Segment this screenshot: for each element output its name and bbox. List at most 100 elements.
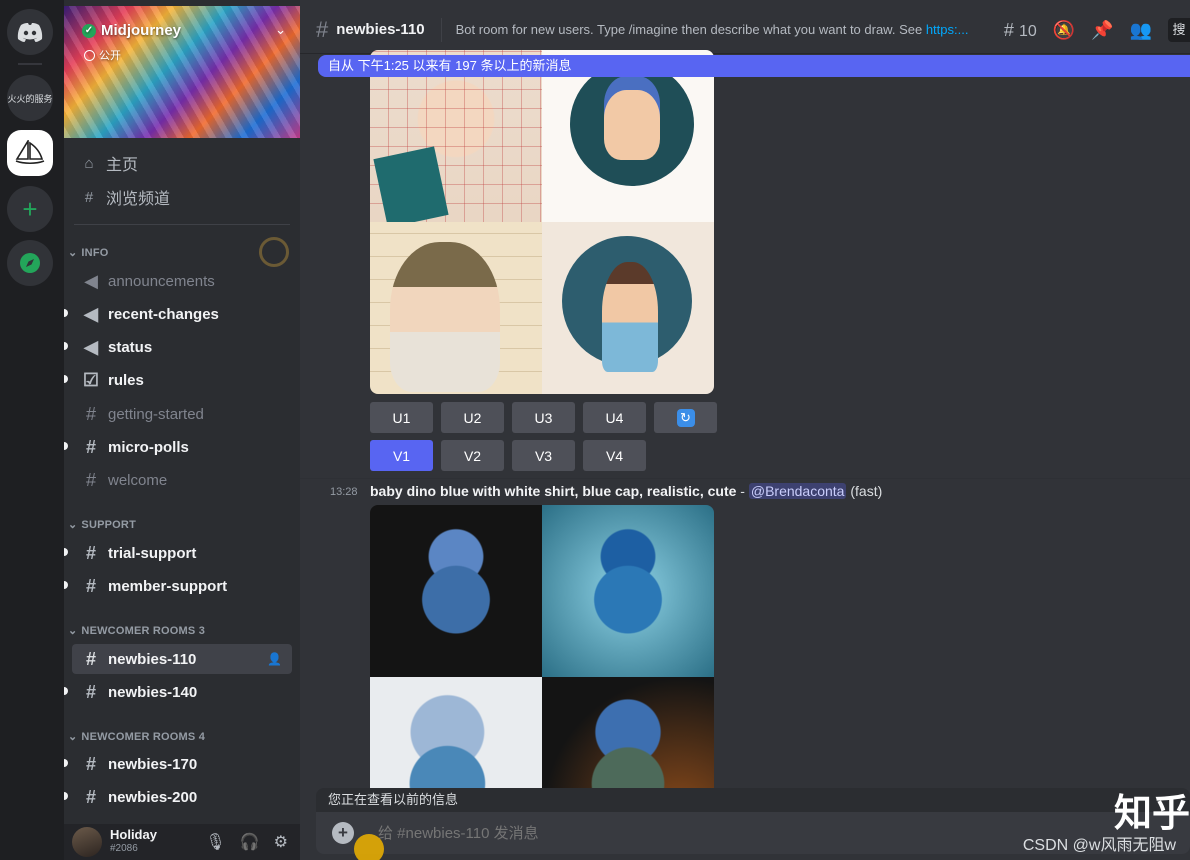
nav-home-label: 主页: [106, 157, 139, 174]
invite-member-icon[interactable]: 👤: [267, 652, 282, 666]
plus-icon: +: [22, 193, 38, 224]
channel-announcements[interactable]: ◀ announcements: [72, 266, 292, 296]
channel-label: newbies-170: [108, 755, 198, 773]
message-input[interactable]: [378, 824, 978, 842]
discord-app: 火火的服务 + ✓ Midjourney ⌄ 公开 ⌂ 主页 # 浏览频道 ⌄ …: [0, 0, 1190, 860]
message-separator: -: [736, 483, 749, 499]
generated-image-4[interactable]: [542, 222, 714, 394]
u3-button[interactable]: U3: [512, 402, 575, 433]
image-grid-anime[interactable]: [370, 50, 714, 394]
chevron-down-icon: ⌄: [68, 625, 78, 637]
channel-recent-changes[interactable]: ◀ recent-changes: [64, 299, 292, 329]
unread-indicator: [64, 375, 68, 383]
channel-trial-support[interactable]: # trial-support: [64, 538, 292, 568]
refresh-icon: ↻: [676, 408, 695, 427]
megaphone-icon: ◀: [84, 303, 98, 324]
channel-header: # newbies-110 Bot room for new users. Ty…: [300, 6, 1190, 54]
thread-count: 10: [1018, 22, 1037, 40]
unread-indicator: [64, 759, 68, 767]
thread-hash-icon: #: [85, 575, 96, 596]
u1-button[interactable]: U1: [370, 402, 433, 433]
server-visibility: 公开: [84, 47, 121, 63]
category-info[interactable]: ⌄ INFO: [68, 246, 109, 260]
channel-micro-polls[interactable]: # micro-polls: [64, 432, 292, 462]
channel-label: welcome: [108, 471, 168, 489]
username: Holiday: [110, 827, 157, 842]
explore-servers-button[interactable]: [7, 240, 53, 286]
microphone-icon[interactable]: 🎙: [205, 832, 225, 852]
discord-home-button[interactable]: [7, 9, 53, 55]
attach-plus-icon[interactable]: +: [332, 822, 354, 844]
server-fire[interactable]: 火火的服务: [7, 75, 53, 121]
generated-image-2[interactable]: [542, 505, 714, 677]
header-divider: [440, 17, 442, 42]
channel-member-support[interactable]: # member-support: [64, 571, 292, 601]
u4-button[interactable]: U4: [583, 402, 646, 433]
v4-button[interactable]: V4: [583, 440, 646, 471]
home-icon: ⌂: [84, 154, 94, 172]
generated-image-3[interactable]: [370, 222, 542, 394]
u2-button[interactable]: U2: [441, 402, 504, 433]
channel-newbies-170[interactable]: # newbies-170: [64, 749, 292, 779]
csdn-watermark: CSDN @w风雨无阻w: [1022, 837, 1176, 854]
unread-indicator: [64, 792, 68, 800]
loading-spinner-icon: [259, 237, 289, 267]
unread-indicator: [64, 342, 68, 350]
category-label: NEWCOMER ROOMS 3: [81, 624, 206, 637]
viewing-older-messages-bar[interactable]: 您正在查看以前的信息: [316, 788, 1190, 812]
visibility-label: 公开: [99, 50, 121, 62]
v1-button[interactable]: V1: [370, 440, 433, 471]
channel-rules[interactable]: ☑ rules: [64, 365, 292, 395]
channel-newbies-200[interactable]: # newbies-200: [64, 782, 292, 812]
server-fire-label: 火火的服务: [7, 93, 53, 104]
message-content[interactable]: baby dino blue with white shirt, blue ca…: [370, 483, 882, 499]
user-info[interactable]: Holiday #2086: [110, 828, 157, 856]
channel-status[interactable]: ◀ status: [64, 332, 292, 362]
server-midjourney[interactable]: [7, 130, 53, 176]
pin-icon[interactable]: 📌: [1091, 20, 1113, 41]
rail-separator: [18, 63, 42, 65]
megaphone-icon: ◀: [84, 270, 98, 291]
user-tag: #2086: [110, 843, 138, 854]
thread-hash-icon: #: [85, 648, 96, 669]
server-name-row[interactable]: ✓ Midjourney: [82, 22, 181, 39]
message-divider: [300, 478, 1190, 479]
gear-icon[interactable]: ⚙: [274, 832, 288, 852]
member-list-icon[interactable]: 👥: [1130, 20, 1152, 41]
category-newcomer-rooms-4[interactable]: ⌄ NEWCOMER ROOMS 4: [68, 730, 205, 744]
chevron-down-icon[interactable]: ⌄: [275, 22, 286, 38]
v2-button[interactable]: V2: [441, 440, 504, 471]
topic-link[interactable]: https:...: [926, 22, 969, 37]
avatar[interactable]: [72, 827, 102, 857]
v3-button[interactable]: V3: [512, 440, 575, 471]
new-messages-banner[interactable]: 自从 下午1:25 以来有 197 条以上的新消息: [318, 55, 1190, 77]
add-server-button[interactable]: +: [7, 186, 53, 232]
reroll-button[interactable]: ↻: [654, 402, 717, 433]
message-prompt: baby dino blue with white shirt, blue ca…: [370, 483, 737, 499]
user-panel: Holiday #2086 🎙 🎧 ⚙: [64, 824, 300, 860]
channel-getting-started[interactable]: # getting-started: [72, 399, 292, 429]
message-speed: (fast): [850, 483, 883, 499]
checkbox-icon: ☑: [82, 369, 100, 390]
category-support[interactable]: ⌄ SUPPORT: [68, 518, 136, 532]
headphones-icon[interactable]: 🎧: [240, 832, 260, 852]
channel-welcome[interactable]: # welcome: [72, 465, 292, 495]
thread-hash-icon: #: [85, 753, 96, 774]
mute-bell-icon[interactable]: 🔕: [1053, 20, 1075, 41]
message-timestamp: 13:28: [330, 486, 358, 498]
chevron-down-icon: ⌄: [68, 247, 78, 259]
channel-topic[interactable]: Bot room for new users. Type /imagine th…: [456, 22, 976, 37]
user-mention[interactable]: @Brendaconta: [748, 483, 847, 499]
threads-button[interactable]: # 10: [1004, 20, 1037, 41]
search-input[interactable]: 搜: [1168, 18, 1190, 42]
server-name: Midjourney: [101, 22, 182, 39]
nav-browse-channels[interactable]: # 浏览频道: [80, 184, 170, 210]
category-newcomer-rooms-3[interactable]: ⌄ NEWCOMER ROOMS 3: [68, 624, 206, 638]
generated-image-1[interactable]: [370, 505, 542, 677]
channel-newbies-140[interactable]: # newbies-140: [64, 677, 292, 707]
channel-newbies-110[interactable]: # newbies-110 👤: [72, 644, 292, 674]
variation-button-row: V1 V2 V3 V4: [370, 440, 646, 471]
thread-hash-icon: #: [85, 786, 96, 807]
hash-icon: #: [85, 469, 96, 490]
nav-home[interactable]: ⌂ 主页: [80, 150, 138, 176]
